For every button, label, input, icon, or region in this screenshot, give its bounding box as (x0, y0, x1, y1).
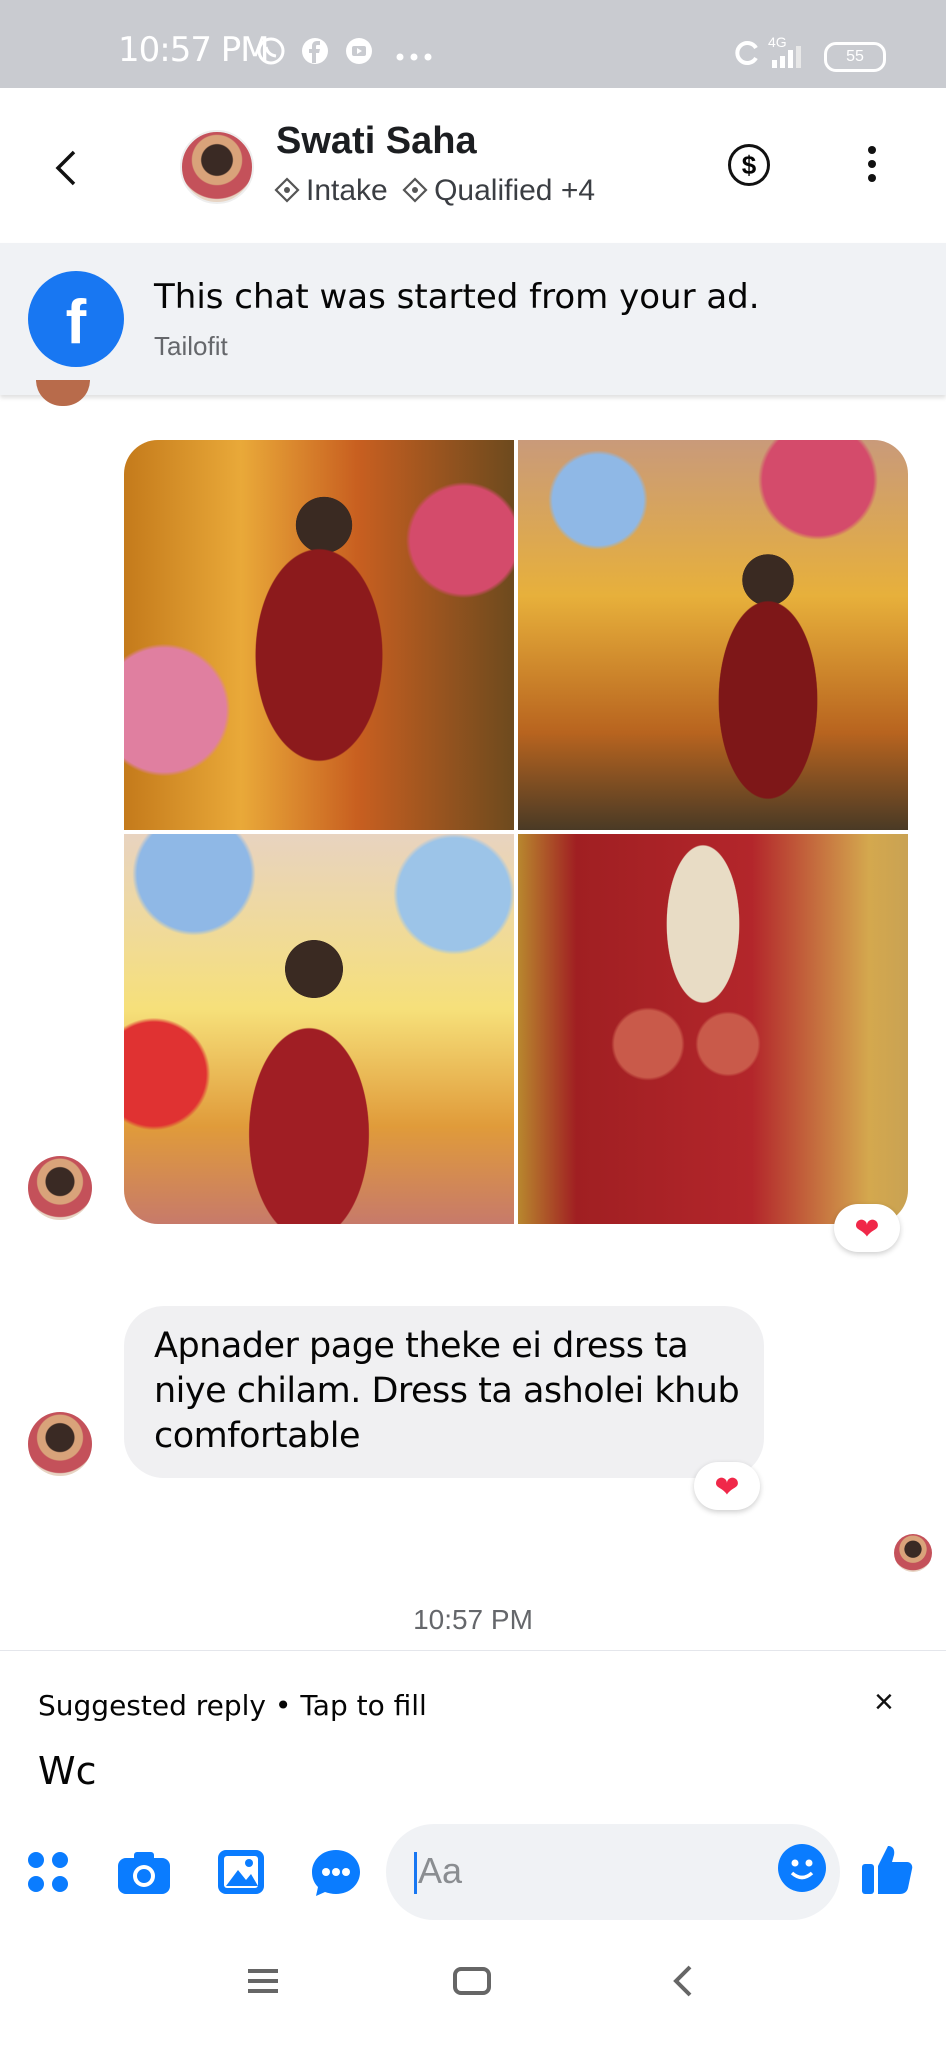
ad-origin-banner[interactable]: f This chat was started from your ad. Ta… (0, 243, 946, 395)
thumbs-up-icon[interactable] (860, 1842, 914, 1901)
media-status-icon (344, 36, 374, 71)
signal-icon (770, 44, 810, 75)
battery-level: 55 (846, 48, 864, 65)
more-options-button[interactable] (868, 146, 876, 188)
more-labels-count: +4 (560, 174, 596, 207)
suggested-reply-label: Suggested reply • Tap to fill (38, 1689, 427, 1722)
status-bar: 10:57 PM 4G 55 (0, 0, 946, 88)
chat-bubble-icon[interactable] (310, 1848, 362, 1903)
chevron-left-icon (55, 150, 76, 186)
back-button[interactable] (54, 148, 78, 193)
label-qualified: Qualified (434, 174, 553, 207)
menu-grid-icon[interactable] (24, 1848, 72, 1901)
photo-grid-message[interactable] (124, 440, 908, 1224)
label-icon (402, 177, 428, 203)
sender-avatar[interactable] (28, 1156, 92, 1220)
suggested-reply-panel[interactable]: Suggested reply • Tap to fill × Wc (0, 1650, 946, 1821)
heart-icon: ❤ (854, 1213, 880, 1246)
status-time: 10:57 PM (118, 30, 270, 70)
suggested-reply-text[interactable]: Wc (38, 1749, 96, 1793)
message-bubble[interactable]: Apnader page theke ei dress ta niye chil… (124, 1306, 764, 1478)
contact-labels[interactable]: Intake Qualified +4 (274, 174, 595, 208)
heart-icon: ❤ (714, 1471, 740, 1504)
heart-reaction[interactable]: ❤ (694, 1462, 760, 1510)
photo-2[interactable] (518, 440, 908, 830)
message-text: Apnader page theke ei dress ta niye chil… (154, 1326, 740, 1456)
message-input[interactable]: Aa (386, 1824, 840, 1920)
contact-name[interactable]: Swati Saha (276, 120, 477, 163)
heart-reaction[interactable]: ❤ (834, 1204, 900, 1252)
ad-banner-title: This chat was started from your ad. (154, 277, 760, 317)
dollar-icon: $ (741, 150, 757, 180)
whatsapp-icon (256, 36, 286, 71)
ad-page-name: Tailofit (154, 331, 228, 361)
payment-button[interactable]: $ (728, 144, 770, 186)
message-timestamp: 10:57 PM (413, 1604, 533, 1635)
battery-icon: 55 (824, 42, 886, 72)
back-nav-icon[interactable] (672, 1964, 694, 2003)
system-navigation-bar (0, 1930, 946, 2049)
camera-icon[interactable] (116, 1848, 172, 1901)
label-intake: Intake (306, 174, 388, 207)
photo-3[interactable] (124, 834, 514, 1224)
photo-4[interactable] (518, 834, 908, 1224)
more-notifications-icon (396, 48, 432, 66)
contact-avatar[interactable] (180, 130, 254, 204)
conversation-header: Swati Saha Intake Qualified +4 $ (0, 88, 946, 243)
sync-icon (732, 38, 762, 73)
message-input-placeholder: Aa (418, 1850, 463, 1891)
home-icon[interactable] (452, 1966, 492, 2001)
emoji-icon[interactable] (778, 1844, 826, 1892)
recent-apps-icon[interactable] (248, 1968, 278, 1999)
message-composer: Aa (0, 1820, 946, 1930)
label-icon (274, 177, 300, 203)
facebook-status-icon (300, 36, 330, 71)
photo-1[interactable] (124, 440, 514, 830)
read-receipt-avatar (894, 1534, 932, 1572)
sender-avatar[interactable] (28, 1412, 92, 1476)
text-cursor (414, 1852, 417, 1894)
gallery-icon[interactable] (216, 1848, 266, 1901)
facebook-logo-icon: f (28, 271, 124, 367)
previous-avatar-fragment (36, 380, 90, 406)
close-icon[interactable]: × (874, 1683, 894, 1722)
